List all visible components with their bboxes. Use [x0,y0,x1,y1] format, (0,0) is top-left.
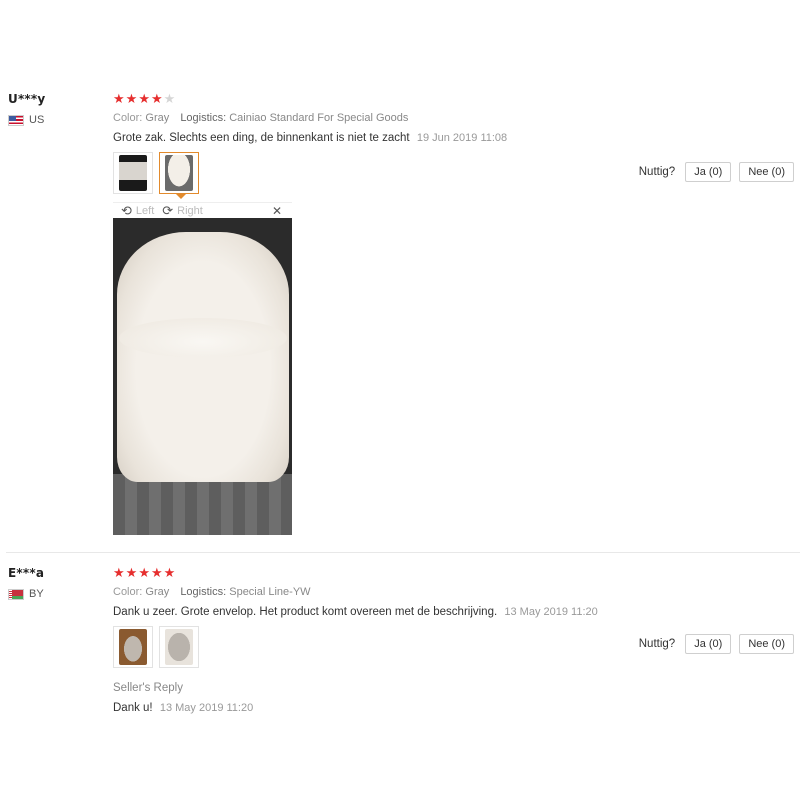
review-meta: Color: Gray Logistics: Cainiao Standard … [113,112,507,124]
logistics-value: Cainiao Standard For Special Goods [229,112,409,124]
helpful-label: Nuttig? [638,166,676,178]
star-icon: ★ [138,565,150,580]
reviewer-country: US [8,114,45,126]
photo-image [119,155,147,191]
star-icon: ★ [113,91,125,106]
seller-reply-text: Dank u! [113,702,153,714]
by-flag-icon [8,588,24,600]
review-item: U***y US ★ ★ ★ ★ ★ Color: Gray Logistics… [0,88,800,550]
star-icon: ★ [150,565,163,580]
helpful-yes-button[interactable]: Ja (0) [685,162,732,182]
review-photo-thumbnail[interactable] [113,626,153,668]
helpful-vote: Nuttig? Ja (0) Nee (0) [639,634,794,654]
review-comment: Grote zak. Slechts een ding, de binnenka… [113,132,507,144]
logistics-label: Logistics: [180,112,227,124]
comment-text: Grote zak. Slechts een ding, de binnenka… [113,132,410,144]
review-body: ★ ★ ★ ★ ★ Color: Gray Logistics: Cainiao… [113,92,507,199]
photo-image [165,629,193,665]
star-empty-icon: ★ [163,91,176,106]
close-icon[interactable]: ✕ [272,204,282,218]
fleece-fold [119,318,287,358]
review-item: E***a BY ★ ★ ★ ★ ★ Color: Gray Logistics… [0,562,800,742]
color-value: Gray [145,112,170,124]
rotate-right-label: Right [177,204,203,217]
star-icon: ★ [138,91,150,106]
rotate-left-icon: ⟲ [121,202,132,218]
reviewer-info: U***y US [8,92,45,126]
review-photo-thumbnail[interactable] [159,626,199,668]
star-icon: ★ [125,565,138,580]
photo-image [119,629,147,665]
color-label: Color: [113,586,143,598]
review-photo-thumbnail-active[interactable] [159,152,199,199]
review-photo-thumbnail[interactable] [113,152,153,194]
helpful-vote: Nuttig? Ja (0) Nee (0) [639,162,794,182]
country-code: BY [29,588,44,600]
rotate-left-button[interactable]: ⟲ Left [121,203,154,219]
star-icon: ★ [125,91,138,106]
seller-reply-date: 13 May 2019 11:20 [159,702,254,714]
seller-reply-label: Seller's Reply [113,682,183,694]
enlarged-review-photo [113,218,292,535]
knit-pattern [113,474,292,535]
helpful-label: Nuttig? [638,638,676,650]
seller-reply: Dank u! 13 May 2019 11:20 [113,702,598,714]
review-date: 19 Jun 2019 11:08 [416,132,508,144]
us-flag-icon [8,114,24,126]
reviewer-name: E***a [8,566,45,580]
review-thumbnails [113,626,598,668]
helpful-no-button[interactable]: Nee (0) [739,634,794,654]
logistics-value: Special Line-YW [229,586,311,598]
review-divider [6,552,800,553]
review-date: 13 May 2019 11:20 [504,606,598,618]
rotate-right-button[interactable]: ⟳ Right [162,203,203,219]
star-rating: ★ ★ ★ ★ ★ [113,566,598,580]
country-code: US [29,114,45,126]
review-comment: Dank u zeer. Grote envelop. Het product … [113,606,598,618]
comment-text: Dank u zeer. Grote envelop. Het product … [113,606,498,618]
color-value: Gray [145,586,170,598]
review-thumbnails [113,152,507,199]
review-meta: Color: Gray Logistics: Special Line-YW [113,586,598,598]
photo-image [165,155,193,191]
viewer-toolbar: ⟲ Left ⟳ Right ✕ [113,202,292,218]
reviewer-country: BY [8,588,44,600]
reviewer-name: U***y [8,92,46,106]
logistics-label: Logistics: [180,586,227,598]
review-body: ★ ★ ★ ★ ★ Color: Gray Logistics: Special… [113,566,598,714]
helpful-yes-button[interactable]: Ja (0) [685,634,732,654]
star-rating: ★ ★ ★ ★ ★ [113,92,507,106]
color-label: Color: [113,112,143,124]
star-icon: ★ [163,565,176,580]
star-icon: ★ [150,91,163,106]
rotate-left-label: Left [135,204,155,217]
star-icon: ★ [113,565,125,580]
rotate-right-icon: ⟳ [162,202,174,218]
reviewer-info: E***a BY [8,566,44,600]
photo-viewer: ⟲ Left ⟳ Right ✕ [113,202,292,535]
helpful-no-button[interactable]: Nee (0) [739,162,794,182]
